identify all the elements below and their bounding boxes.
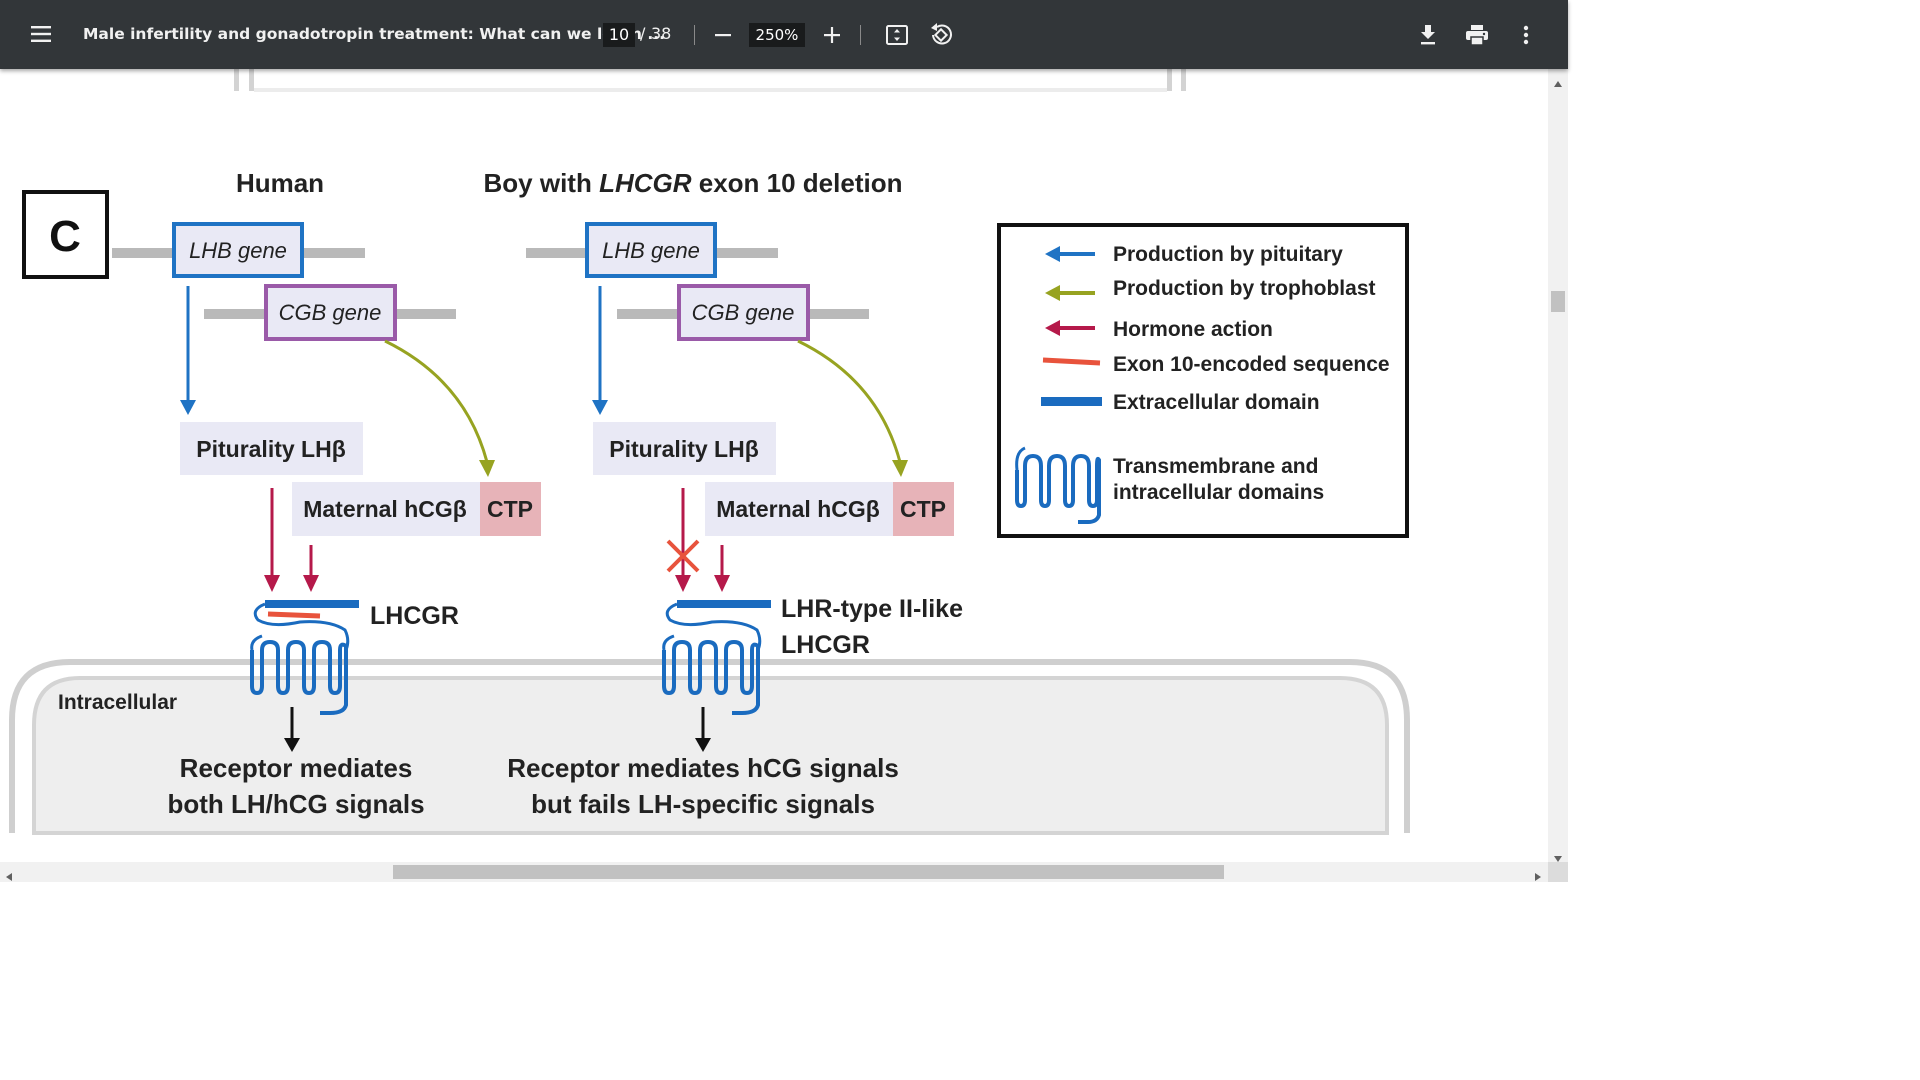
legend-item-trophoblast: Production by trophoblast	[1113, 277, 1376, 300]
menu-icon[interactable]	[30, 24, 52, 48]
pituitary-lhb-label: Piturality LHβ	[196, 436, 346, 462]
lhcgr-label: LHCGR	[370, 602, 459, 630]
pituitary-lhb-label: Piturality LHβ	[609, 436, 759, 462]
legend-item-extracellular: Extracellular domain	[1113, 391, 1320, 414]
lhr-type-ii-label-line1: LHR-type II-like	[781, 595, 963, 623]
pdf-toolbar: Male infertility and gonadotropin treatm…	[0, 0, 1568, 69]
legend-item-hormone: Hormone action	[1113, 318, 1273, 341]
boy-outcome-line2: but fails LH-specific signals	[531, 789, 875, 819]
page-separator: /	[640, 24, 646, 43]
legend: Production by pituitary Production by tr…	[997, 223, 1409, 538]
fit-page-icon[interactable]	[885, 23, 909, 51]
previous-figure-remnant	[234, 69, 1186, 92]
more-vert-icon[interactable]	[1520, 24, 1532, 50]
cgb-gene-label: CGB gene	[692, 300, 795, 325]
print-icon[interactable]	[1465, 24, 1489, 50]
maternal-hcgb-label: Maternal hCGβ	[716, 496, 880, 522]
toolbar-divider	[860, 25, 861, 45]
boy-outcome-line1: Receptor mediates hCG signals	[507, 753, 899, 783]
lhb-gene-label: LHB gene	[602, 238, 700, 263]
extracellular-swatch	[1041, 397, 1102, 406]
total-pages: 38	[651, 24, 672, 43]
zoom-out-icon[interactable]	[713, 26, 733, 48]
scroll-left-icon[interactable]	[5, 867, 13, 886]
toolbar-divider	[694, 25, 695, 45]
panel-label: C	[49, 212, 81, 261]
human-header: Human	[236, 168, 324, 198]
legend-item-tm-line2: intracellular domains	[1113, 481, 1324, 504]
vertical-scrollbar[interactable]	[1548, 69, 1568, 862]
scroll-right-icon[interactable]	[1534, 867, 1542, 886]
scroll-up-icon[interactable]	[1553, 73, 1563, 92]
page-number-input[interactable]: 10	[603, 23, 635, 47]
lhr-type-ii-label-line2: LHCGR	[781, 631, 870, 659]
human-outcome-line1: Receptor mediates	[180, 753, 413, 783]
cgb-gene-label: CGB gene	[279, 300, 382, 325]
horizontal-scrollbar[interactable]	[0, 862, 1548, 882]
figure-canvas: Intracellular C Human Boy with LHCGR exo…	[9, 69, 1410, 835]
intracellular-label: Intracellular	[58, 691, 177, 714]
horizontal-scroll-thumb[interactable]	[393, 865, 1224, 879]
legend-item-pituitary: Production by pituitary	[1113, 243, 1343, 266]
rotate-icon[interactable]	[928, 22, 954, 52]
zoom-level-input[interactable]: 250%	[749, 23, 805, 47]
trophoblast-production-arrow	[384, 339, 489, 463]
scrollbar-corner	[1548, 862, 1568, 882]
zoom-in-icon[interactable]	[822, 25, 842, 49]
human-outcome-line2: both LH/hCG signals	[167, 789, 424, 819]
ctp-label: CTP	[900, 496, 946, 522]
vertical-scroll-thumb[interactable]	[1551, 291, 1565, 312]
boy-header: Boy with LHCGR exon 10 deletion	[484, 168, 903, 198]
document-viewer[interactable]: Intracellular C Human Boy with LHCGR exo…	[0, 69, 1548, 862]
exon-10-swatch	[1042, 357, 1101, 366]
legend-item-tm-line1: Transmembrane and	[1113, 455, 1318, 478]
maternal-hcgb-label: Maternal hCGβ	[303, 496, 467, 522]
trophoblast-production-arrow	[797, 339, 902, 463]
legend-item-exon: Exon 10-encoded sequence	[1113, 353, 1390, 376]
download-icon[interactable]	[1418, 24, 1438, 50]
ctp-label: CTP	[487, 496, 533, 522]
lhb-gene-label: LHB gene	[189, 238, 287, 263]
document-title: Male infertility and gonadotropin treatm…	[83, 25, 665, 43]
